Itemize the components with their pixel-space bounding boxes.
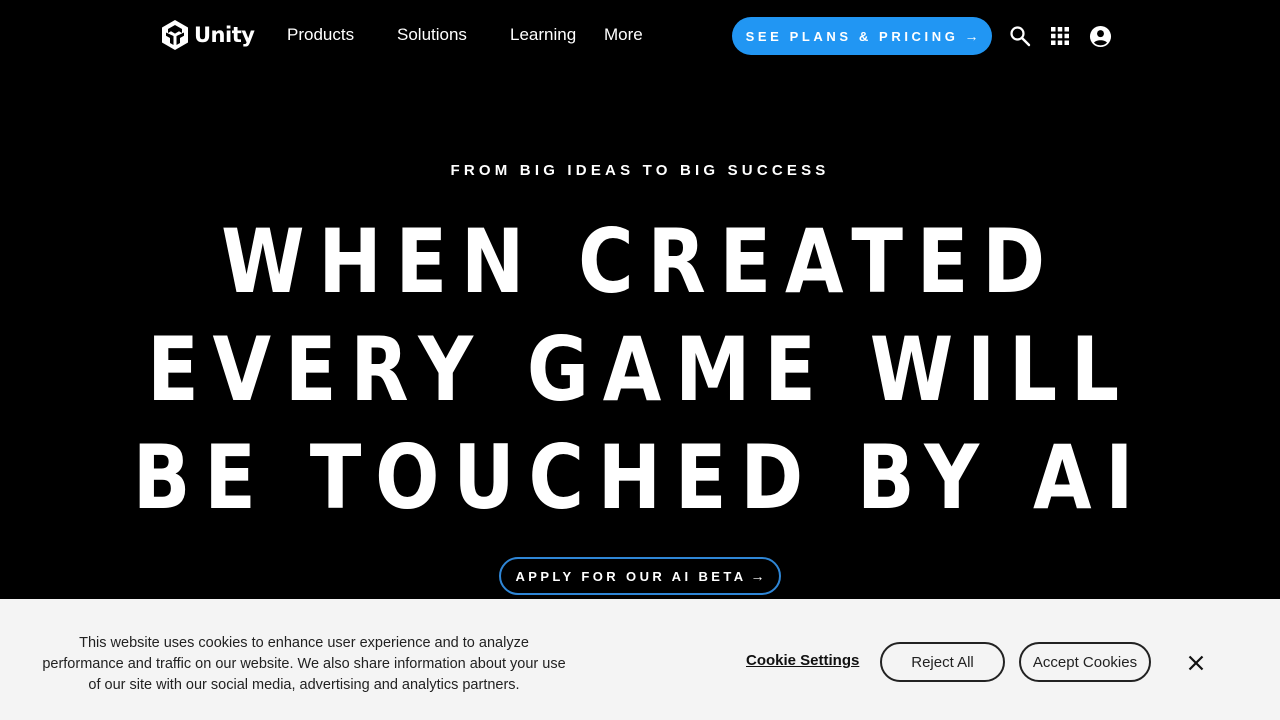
apply-ai-beta-button[interactable]: APPLY FOR OUR AI BETA → [499,557,781,595]
nav-item-learning[interactable]: Learning [510,25,576,45]
headline-line-3: BE TOUCHED BY AI [132,426,1148,529]
headline-line-1: WHEN CREATED [221,210,1059,313]
search-icon[interactable] [1008,24,1032,48]
nav-item-products[interactable]: Products [287,25,354,45]
unity-cube-icon [162,20,188,50]
hero-eyebrow: FROM BIG IDEAS TO BIG SUCCESS [450,162,830,179]
reject-all-button[interactable]: Reject All [880,642,1005,682]
cookie-settings-link[interactable]: Cookie Settings [746,652,859,669]
nav-item-solutions[interactable]: Solutions [397,25,467,45]
headline-line-2: EVERY GAME WILL [147,318,1133,421]
logo-text: Unity [194,23,255,47]
hero-headline: WHEN CREATED EVERY GAME WILL BE TOUCHED … [0,208,1280,532]
accept-cookies-button[interactable]: Accept Cookies [1019,642,1151,682]
beta-button-label: APPLY FOR OUR AI BETA [515,568,747,584]
pricing-button-label: SEE PLANS & PRICING [745,28,959,44]
apps-grid-icon[interactable] [1048,24,1072,48]
see-plans-pricing-button[interactable]: SEE PLANS & PRICING → [732,17,992,55]
top-navigation: Unity Products Solutions Learning More S… [0,0,1280,72]
nav-item-more[interactable]: More [604,25,643,45]
cookie-banner: This website uses cookies to enhance use… [0,599,1280,720]
arrow-right-icon: → [750,568,765,584]
unity-logo-link[interactable]: Unity [160,19,255,51]
close-icon[interactable] [1184,651,1208,675]
arrow-right-icon: → [964,28,979,44]
account-icon[interactable] [1088,24,1112,48]
cookie-message: This website uses cookies to enhance use… [42,635,566,693]
